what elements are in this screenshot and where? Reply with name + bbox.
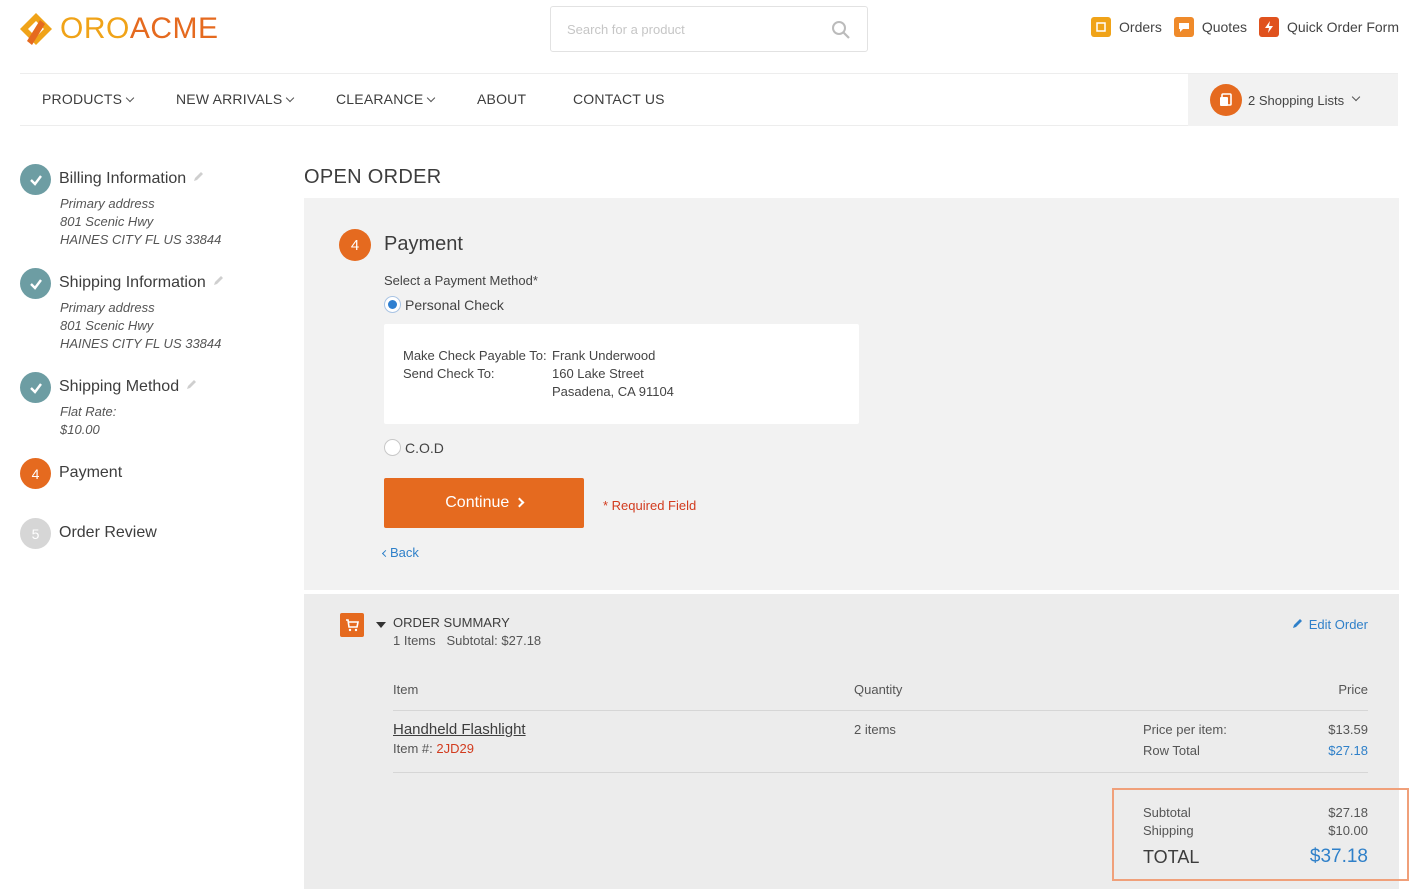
step-title: Shipping Method	[59, 378, 180, 396]
search-box	[550, 6, 868, 52]
shopping-lists-dropdown[interactable]: 2 Shopping Lists	[1188, 74, 1398, 126]
step-details: Flat Rate: $10.00	[60, 404, 117, 437]
radio-button-checked[interactable]	[384, 296, 401, 313]
quick-order-icon	[1258, 17, 1279, 37]
step-title: Order Review	[59, 524, 157, 541]
order-summary-subline: 1 Items Subtotal: $27.18	[393, 633, 542, 648]
search-input[interactable]	[551, 7, 811, 51]
payment-step-number: 4	[339, 229, 371, 261]
column-header-quantity: Quantity	[854, 682, 903, 697]
nav-item-clearance[interactable]: CLEARANCE	[336, 91, 436, 107]
item-quantity: 2 items	[854, 722, 896, 737]
payment-method-label: Select a Payment Method*	[384, 273, 538, 288]
chevron-left-icon	[381, 549, 390, 558]
cart-icon	[340, 613, 364, 637]
checkmark-icon	[20, 372, 51, 403]
pencil-icon	[1292, 617, 1304, 632]
row-total: $27.18	[1328, 743, 1368, 758]
divider	[393, 710, 1368, 711]
chevron-down-icon	[286, 93, 295, 103]
nav-item-about[interactable]: ABOUT	[477, 91, 526, 107]
pencil-icon[interactable]	[212, 274, 225, 292]
chevron-down-icon	[427, 93, 436, 103]
radio-button[interactable]	[384, 439, 401, 456]
quotes-icon	[1173, 17, 1194, 37]
step-number: 4	[20, 458, 51, 489]
brand-logo[interactable]: OROACME	[18, 10, 219, 48]
back-link[interactable]: Back	[381, 545, 419, 560]
header-links: Orders Quotes Quick Order Form	[1091, 17, 1399, 37]
shipping-label: Shipping	[1143, 823, 1194, 838]
payment-title: Payment	[384, 233, 463, 255]
pencil-icon[interactable]	[185, 378, 198, 396]
check-instructions: Make Check Payable To: Frank Underwood S…	[384, 324, 859, 424]
column-header-price: Price	[1338, 682, 1368, 697]
step-title: Payment	[59, 464, 123, 481]
chevron-down-icon	[125, 93, 135, 103]
shopping-list-icon	[1210, 84, 1242, 116]
subtotal-value: $27.18	[1328, 805, 1368, 820]
collapse-toggle-icon[interactable]	[376, 622, 386, 628]
divider	[393, 772, 1368, 773]
quick-order-link[interactable]: Quick Order Form	[1258, 17, 1399, 37]
order-summary-panel: ORDER SUMMARY 1 Items Subtotal: $27.18 E…	[304, 594, 1409, 889]
quotes-link-label: Quotes	[1201, 19, 1247, 35]
edit-order-link[interactable]: Edit Order	[1292, 617, 1368, 632]
step-details: Primary address 801 Scenic Hwy HAINES CI…	[60, 196, 222, 247]
quick-order-link-label: Quick Order Form	[1286, 19, 1399, 35]
item-sku: Item #: 2JD29	[393, 741, 474, 756]
continue-button[interactable]: Continue	[384, 478, 584, 528]
column-header-item: Item	[393, 682, 419, 697]
step-title: Billing Information	[59, 170, 187, 188]
checkmark-icon	[20, 268, 51, 299]
payment-panel: 4 Payment Select a Payment Method* Perso…	[304, 198, 1399, 590]
checkmark-icon	[20, 164, 51, 195]
total-label: TOTAL	[1143, 847, 1200, 867]
search-icon[interactable]	[831, 20, 851, 40]
orders-link[interactable]: Orders	[1091, 17, 1162, 37]
chevron-down-icon	[1351, 92, 1361, 102]
required-field-note: * Required Field	[603, 498, 697, 513]
quotes-link[interactable]: Quotes	[1173, 17, 1247, 37]
nav-item-contact-us[interactable]: CONTACT US	[573, 91, 665, 107]
total-value: $37.18	[1309, 846, 1368, 867]
payment-option-cod[interactable]: C.O.D	[384, 439, 444, 456]
pencil-icon[interactable]	[192, 170, 205, 188]
step-title: Shipping Information	[59, 274, 206, 292]
payment-option-personal-check[interactable]: Personal Check	[384, 296, 504, 313]
nav-item-new-arrivals[interactable]: NEW ARRIVALS	[176, 91, 295, 107]
site-header: OROACME Orders Quotes Quick Order Form	[0, 0, 1415, 60]
shopping-lists-label: 2 Shopping Lists	[1248, 92, 1345, 108]
subtotal-label: Subtotal	[1143, 805, 1191, 820]
orders-link-label: Orders	[1119, 19, 1162, 35]
main-nav: PRODUCTS NEW ARRIVALS CLEARANCE ABOUT CO…	[20, 73, 1398, 126]
step-number: 5	[20, 518, 51, 549]
orders-icon	[1091, 17, 1112, 37]
chevron-right-icon	[514, 497, 525, 508]
nav-item-products[interactable]: PRODUCTS	[42, 91, 135, 107]
item-name-link[interactable]: Handheld Flashlight	[393, 721, 526, 738]
shipping-value: $10.00	[1328, 823, 1368, 838]
price-per-item: $13.59	[1328, 722, 1368, 737]
order-summary-title: ORDER SUMMARY	[393, 615, 510, 630]
brand-name: OROACME	[60, 12, 219, 45]
page-title: OPEN ORDER	[304, 166, 442, 188]
row-total-label: Row Total	[1143, 743, 1200, 758]
step-details: Primary address 801 Scenic Hwy HAINES CI…	[60, 300, 222, 351]
price-per-item-label: Price per item:	[1143, 722, 1227, 737]
logo-mark-icon	[18, 11, 54, 47]
